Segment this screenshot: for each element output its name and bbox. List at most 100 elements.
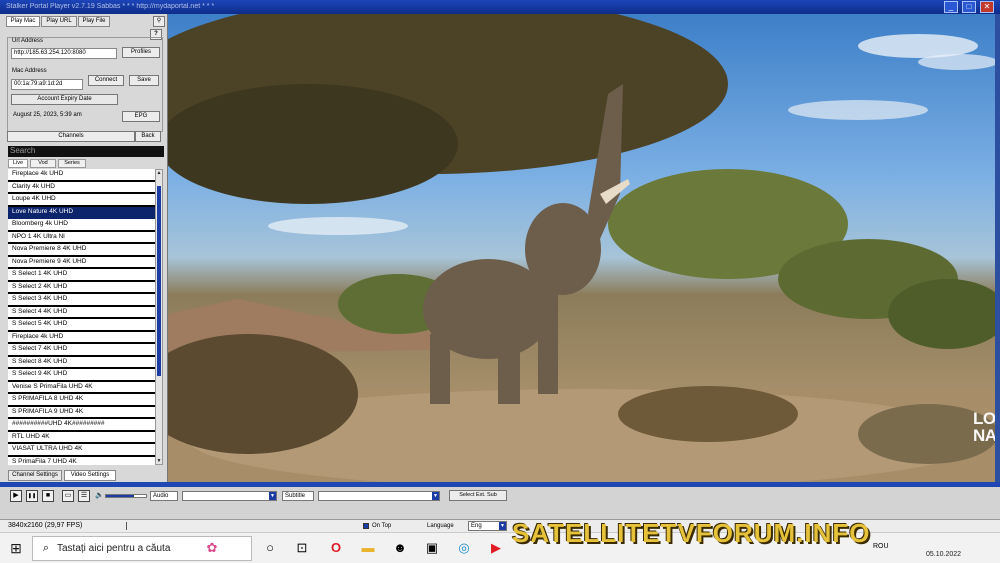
channel-list-scrollbar[interactable]: ▲ ▼ — [155, 169, 163, 465]
channel-list-item[interactable]: Clarity 4k UHD — [8, 182, 155, 194]
chevron-down-icon: ▼ — [499, 522, 506, 530]
scroll-up-icon[interactable]: ▲ — [156, 170, 162, 176]
subtab-live[interactable]: Live — [8, 159, 28, 168]
channel-list-item[interactable]: S PRIMAFILA 8 UHD 4K — [8, 394, 155, 407]
volume-slider[interactable] — [105, 494, 147, 498]
channel-list-item[interactable]: S Select 4 4K UHD — [8, 307, 155, 319]
channel-list-item[interactable]: S Select 8 4K UHD — [8, 357, 155, 369]
channel-list-item[interactable]: Nova Premiere 8 4K UHD — [8, 244, 155, 257]
channel-list-item[interactable]: Fireplace 4k UHD — [8, 169, 155, 182]
playlist-button[interactable]: ☰ — [78, 490, 90, 502]
mac-label: Mac Address — [12, 68, 47, 74]
play-button[interactable]: ▶ — [10, 490, 22, 502]
logo-line-2: NATURE — [973, 426, 995, 445]
back-button[interactable]: Back — [135, 131, 161, 142]
channel-list-item[interactable]: RTL UHD 4K — [8, 432, 155, 444]
subtab-series[interactable]: Series — [58, 159, 86, 168]
on-top-checkbox[interactable] — [363, 523, 369, 529]
channel-list-item[interactable]: NPO 1 4K Ultra Nl — [8, 232, 155, 244]
tab-video-settings[interactable]: Video Settings — [64, 470, 116, 481]
opera-icon[interactable]: O — [328, 540, 344, 556]
app-person-icon[interactable]: ☻ — [392, 540, 408, 556]
channel-list-item[interactable]: ##########UHD 4K######### — [8, 419, 155, 432]
language-select[interactable]: Eng ▼ — [468, 521, 507, 531]
channel-list-item[interactable]: S Select 7 4K UHD — [8, 344, 155, 357]
fullscreen-button[interactable]: ▭ — [62, 490, 74, 502]
volume-fill — [106, 495, 134, 497]
pause-button[interactable]: ❚❚ — [26, 490, 38, 502]
widgets-icon[interactable]: ⊡ — [294, 540, 310, 556]
chevron-down-icon: ▼ — [269, 492, 276, 500]
subtitle-select[interactable]: ▼ — [318, 491, 440, 501]
search-icon[interactable]: ⚲ — [153, 16, 165, 27]
stop-button[interactable]: ■ — [42, 490, 54, 502]
channel-logo: LOVE NATURE — [973, 410, 995, 444]
connect-button[interactable]: Connect — [88, 75, 124, 86]
channel-list-item[interactable]: Fireplace 4k UHD — [8, 332, 155, 344]
file-explorer-icon[interactable]: ▬ — [360, 540, 376, 556]
channel-list-item[interactable]: Venise S PrimaFila UHD 4K — [8, 382, 155, 394]
channel-list-item[interactable]: S Select 2 4K UHD — [8, 282, 155, 294]
mac-address-input[interactable]: 00:1a:79:a9:1d:2d — [11, 79, 83, 90]
expiry-label: Account Expiry Date — [11, 94, 118, 105]
language-value: Eng — [471, 523, 482, 529]
minimize-button[interactable]: _ — [944, 1, 958, 13]
save-button[interactable]: Save — [129, 75, 159, 86]
title-bar: Stalker Portal Player v2.7.19 Sabbas * *… — [0, 0, 1000, 14]
tab-play-mac[interactable]: Play Mac — [6, 16, 40, 27]
channel-list-item[interactable]: S PRIMAFILA 9 UHD 4K — [8, 407, 155, 419]
audio-select[interactable]: ▼ — [182, 491, 277, 501]
channel-list-item[interactable]: S PrimaFila 7 UHD 4K — [8, 457, 155, 466]
forum-watermark: SATELLITETVFORUM.INFO — [512, 518, 871, 548]
channel-list-item[interactable]: Love Nature 4K UHD — [8, 206, 155, 219]
channel-list-item[interactable]: VIASAT ULTRA UHD 4K — [8, 444, 155, 457]
channel-list-item[interactable]: S Select 9 4K UHD — [8, 369, 155, 382]
subtab-vod[interactable]: Vod — [30, 159, 56, 168]
channel-list-item[interactable]: S Select 3 4K UHD — [8, 294, 155, 307]
portal-label: Url Address — [12, 38, 44, 44]
separator — [126, 522, 127, 530]
language-label: Language — [427, 523, 454, 529]
task-view-icon[interactable]: ○ — [262, 540, 278, 556]
terminal-icon[interactable]: ▣ — [424, 540, 440, 556]
search-highlight-icon: ✿ — [206, 540, 218, 555]
video-right-edge — [995, 14, 1000, 482]
select-external-sub-button[interactable]: Select Ext. Sub — [449, 490, 507, 501]
taskbar-date[interactable]: 05.10.2022 — [926, 551, 961, 558]
chevron-down-icon: ▼ — [432, 492, 439, 500]
tab-channel-settings[interactable]: Channel Settings — [8, 470, 62, 481]
channel-list-item[interactable]: Loupe 4K UHD — [8, 194, 155, 207]
search-icon: ⌕ — [42, 542, 50, 554]
channel-list-item[interactable]: S Select 1 4K UHD — [8, 269, 155, 282]
channels-button[interactable]: Channels — [7, 131, 135, 142]
volume-icon: 🔈 — [95, 492, 104, 499]
channel-list-item[interactable]: S Select 5 4K UHD — [8, 319, 155, 332]
channel-search-input[interactable]: Search — [8, 146, 164, 157]
window-title: Stalker Portal Player v2.7.19 Sabbas * *… — [6, 3, 215, 10]
channel-list-item[interactable]: Bloomberg 4k UHD — [8, 219, 155, 232]
epg-button[interactable]: EPG — [122, 111, 160, 122]
tab-play-file[interactable]: Play File — [78, 16, 110, 27]
seek-bar[interactable] — [0, 482, 1000, 487]
video-frame — [168, 14, 995, 482]
scroll-thumb[interactable] — [157, 186, 161, 376]
tab-play-url[interactable]: Play URL — [41, 16, 77, 27]
scroll-down-icon[interactable]: ▼ — [156, 458, 162, 464]
logo-line-1: LOVE — [973, 409, 995, 428]
resolution-text: 3840x2160 (29,97 FPS) — [8, 522, 83, 529]
youtube-icon[interactable]: ▶ — [488, 540, 504, 556]
expiry-date: August 25, 2023, 5:39 am — [13, 112, 82, 118]
portal-url-input[interactable]: http://185.63.254.120:8080 — [11, 48, 117, 59]
audio-label: Audio — [150, 491, 178, 501]
channel-list-item[interactable]: Nova Premiere 9 4K UHD — [8, 257, 155, 269]
video-display[interactable]: LOVE NATURE — [168, 14, 995, 482]
windows-logo-icon[interactable]: ⊞ — [8, 540, 24, 556]
left-panel: Play Mac Play URL Play File ⚲ ? Url Addr… — [0, 14, 168, 482]
subtitle-label: Subtitle — [282, 491, 314, 501]
profiles-button[interactable]: Profiles — [122, 47, 160, 58]
network-app-icon[interactable]: ◎ — [456, 540, 472, 556]
close-button[interactable]: ✕ — [980, 1, 994, 13]
keyboard-language[interactable]: ROU — [873, 543, 889, 550]
channel-list: Fireplace 4k UHD Clarity 4k UHD Loupe 4K U… — [8, 169, 155, 465]
maximize-button[interactable]: □ — [962, 1, 976, 13]
